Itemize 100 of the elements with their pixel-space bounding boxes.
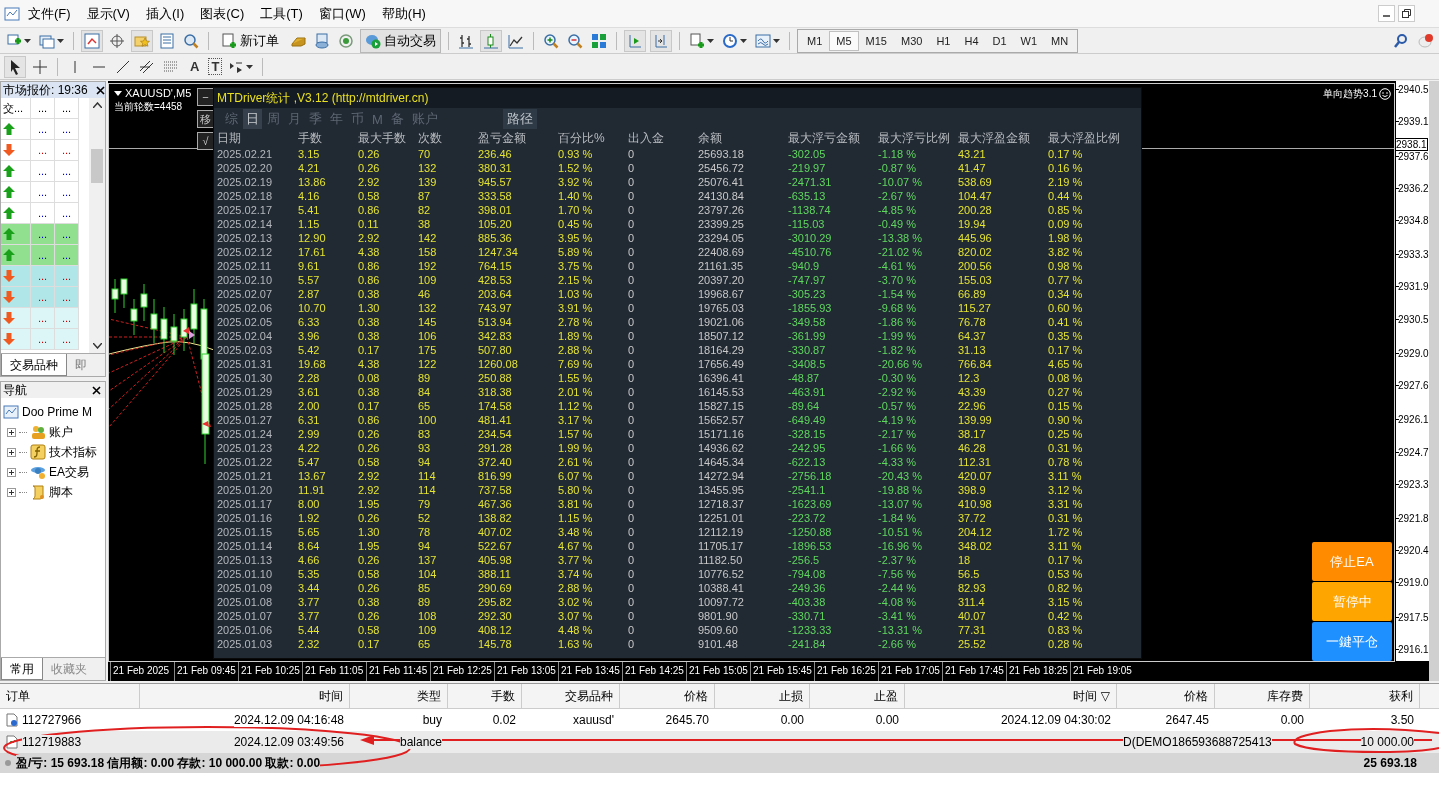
chat-icon[interactable]: [1417, 32, 1433, 49]
column-header[interactable]: 订单: [0, 684, 140, 708]
caret-icon[interactable]: [707, 38, 714, 43]
new-order-button[interactable]: 新订单: [216, 28, 284, 53]
magnifier-icon[interactable]: [183, 32, 199, 49]
stats-tab[interactable]: 日: [243, 109, 262, 129]
timeframe-button[interactable]: D1: [985, 30, 1014, 51]
panel-tab[interactable]: 即: [67, 354, 95, 376]
tree-item[interactable]: 账户: [49, 423, 73, 441]
column-header[interactable]: 库存费: [1215, 684, 1310, 708]
auto-trading-button[interactable]: 自动交易: [360, 28, 441, 53]
scrollbar[interactable]: [1429, 81, 1439, 681]
price-label: 2937.6: [1398, 150, 1429, 162]
dropdown-icon[interactable]: [114, 90, 122, 96]
column-header[interactable]: 手数: [448, 684, 522, 708]
minimize-button[interactable]: [1378, 5, 1395, 22]
close-icon[interactable]: [92, 385, 101, 395]
column-header[interactable]: 交易品种: [522, 684, 620, 708]
caret-icon[interactable]: [57, 38, 64, 43]
tree-item[interactable]: 技术指标: [49, 443, 97, 461]
table-cell-text: 0.26: [358, 581, 381, 595]
column-header[interactable]: 价格: [620, 684, 715, 708]
zoom-out-icon[interactable]: [567, 32, 583, 49]
clock-icon[interactable]: [722, 32, 738, 49]
table-cell-text: 1.63 %: [558, 637, 594, 651]
tree-item[interactable]: Doo Prime M: [22, 405, 92, 419]
table-cell-text: 0: [628, 315, 636, 329]
chart-shift-icon[interactable]: [653, 32, 669, 49]
column-header[interactable]: 止盈: [810, 684, 905, 708]
column-header[interactable]: 时间 ▽: [905, 684, 1117, 708]
caret-icon[interactable]: [246, 64, 254, 69]
zoom-in-icon[interactable]: [543, 32, 559, 49]
panel-tab[interactable]: 交易品种: [1, 354, 67, 376]
table-cell-text: 0.09 %: [1048, 217, 1084, 231]
scroll-up-icon[interactable]: [92, 102, 102, 108]
expand-icon[interactable]: [7, 427, 16, 437]
menu-item[interactable]: 窗口(W): [310, 2, 374, 25]
column-header[interactable]: 止损: [715, 684, 810, 708]
table-cell-text: 112.31: [958, 455, 992, 469]
table-cell-text: 2.15 %: [558, 273, 594, 287]
table-cell-text: 93: [418, 441, 432, 455]
column-header[interactable]: 价格: [1117, 684, 1215, 708]
signal-icon[interactable]: [338, 32, 354, 49]
timeframe-button[interactable]: M15: [858, 30, 894, 51]
menu-item[interactable]: 工具(T): [252, 2, 311, 25]
table-cell-text: 0.41 %: [1048, 315, 1084, 329]
channel-icon[interactable]: [139, 58, 155, 75]
menu-item[interactable]: 帮助(H): [373, 2, 434, 25]
caret-icon[interactable]: [740, 38, 747, 43]
quote-value: ...: [37, 144, 48, 156]
bar-chart-icon[interactable]: [458, 32, 474, 49]
column-header: 出入金: [628, 130, 665, 147]
timeframe-button[interactable]: M1: [800, 30, 830, 51]
column-header[interactable]: 获利: [1310, 684, 1420, 708]
scroll-down-icon[interactable]: [92, 343, 102, 349]
caret-icon[interactable]: [24, 38, 31, 43]
menu-item[interactable]: 显示(V): [78, 2, 138, 25]
caret-icon[interactable]: [773, 38, 780, 43]
line-chart-icon[interactable]: [508, 32, 524, 49]
timeframe-button[interactable]: MN: [1044, 30, 1076, 51]
path-button[interactable]: 路径: [502, 109, 537, 129]
tree-item[interactable]: 脚本: [49, 483, 73, 501]
text-tool[interactable]: A: [185, 59, 205, 74]
table-cell-text: 3.17 %: [558, 413, 594, 427]
expand-icon[interactable]: [7, 467, 16, 477]
trendline-icon[interactable]: [115, 58, 131, 75]
tree-item[interactable]: EA交易: [49, 463, 89, 481]
cross-icon[interactable]: [32, 58, 48, 75]
timeframe-button[interactable]: W1: [1013, 30, 1045, 51]
scrollbar-thumb[interactable]: [91, 148, 103, 183]
quote-value: ...: [61, 144, 72, 156]
menu-item[interactable]: 图表(C): [192, 2, 253, 25]
column-header[interactable]: 时间: [140, 684, 350, 708]
search-icon[interactable]: [1393, 32, 1409, 49]
timeframe-button[interactable]: M30: [893, 30, 930, 51]
timeframe-button[interactable]: H4: [957, 30, 986, 51]
label-tool[interactable]: T: [208, 58, 223, 75]
indicator-plus-icon[interactable]: [689, 32, 705, 49]
price-label: 2940.5: [1398, 84, 1429, 95]
chart-window-icon[interactable]: [84, 32, 100, 49]
timeframe-button[interactable]: M5: [829, 30, 859, 51]
menu-item[interactable]: 插入(I): [137, 2, 193, 25]
close-icon[interactable]: [96, 85, 105, 95]
crosshair-icon[interactable]: [109, 32, 125, 49]
timeframe-button[interactable]: H1: [929, 30, 958, 51]
table-cell-text: 2025.02.04: [217, 329, 274, 343]
server-icon[interactable]: [314, 32, 330, 49]
expand-icon[interactable]: [7, 447, 16, 457]
tile-windows-icon[interactable]: [591, 32, 607, 49]
column-header[interactable]: 类型: [350, 684, 448, 708]
panel-tab[interactable]: 常用: [1, 658, 43, 680]
table-cell-text: 0.08: [358, 371, 381, 385]
menu-item[interactable]: 文件(F): [20, 2, 79, 25]
scripts-icon: [30, 484, 46, 500]
auto-scroll-icon[interactable]: [627, 32, 643, 49]
table-cell-text: 0.86: [358, 273, 381, 287]
candle-chart-icon[interactable]: [483, 32, 499, 49]
restore-button[interactable]: [1398, 5, 1415, 22]
table-cell-text: 0.83 %: [1048, 623, 1084, 637]
expand-icon[interactable]: [7, 487, 16, 497]
